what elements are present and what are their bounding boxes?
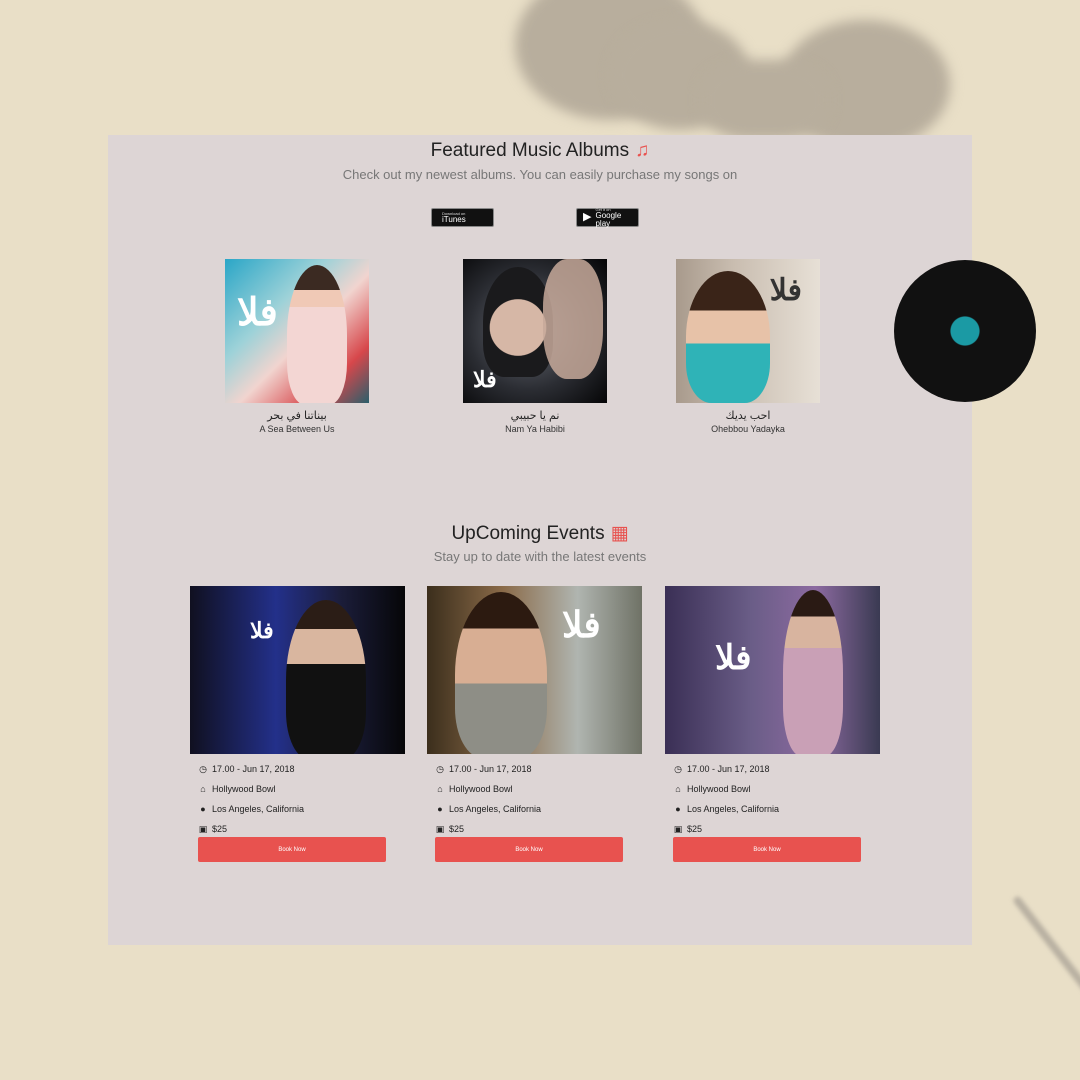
itunes-badge[interactable]: Download on iTunes xyxy=(431,208,494,227)
event-time: 17.00 - Jun 17, 2018 xyxy=(449,764,532,774)
event-price: $25 xyxy=(449,824,465,834)
background-shadow xyxy=(700,60,830,140)
calendar-icon: ▦ xyxy=(610,523,629,544)
event-image-figure xyxy=(783,590,843,754)
money-icon: ▣ xyxy=(435,824,445,834)
event-card: فلا ◷ 17.00 - Jun 17, 2018 ⌂ Hollywood Bow… xyxy=(190,586,405,862)
albums-title-text: Featured Music Albums xyxy=(430,140,630,161)
album-cover-logo: فلا xyxy=(473,367,497,393)
album-cover-hand xyxy=(543,259,603,379)
event-venue: Hollywood Bowl xyxy=(449,784,513,794)
clock-icon: ◷ xyxy=(436,764,444,774)
event-time: 17.00 - Jun 17, 2018 xyxy=(687,764,770,774)
events-section-subtitle: Stay up to date with the latest events xyxy=(433,549,647,564)
event-location: Los Angeles, California xyxy=(687,804,780,814)
album-title-arabic: بيناتنا في بحر xyxy=(267,410,327,422)
album-cover: فلا xyxy=(676,259,820,403)
home-icon: ⌂ xyxy=(675,784,681,794)
map-pin-icon: ● xyxy=(200,804,206,814)
event-card: فلا ◷ 17.00 - Jun 17, 2018 ⌂ Hollywood Bow… xyxy=(665,586,880,862)
album-card[interactable]: فلا احب يديك Ohebbou Yadayka xyxy=(658,259,838,435)
event-image-logo: فلا xyxy=(562,604,601,646)
event-image-logo: فلا xyxy=(715,638,752,678)
event-venue: Hollywood Bowl xyxy=(212,784,276,794)
music-note-icon: ♫ xyxy=(635,140,650,161)
album-cover-figure xyxy=(287,265,347,403)
album-cover-logo: فلا xyxy=(237,289,278,334)
google-play-badge[interactable]: ▶ Get it on Google play xyxy=(576,207,639,228)
album-title-arabic: احب يديك xyxy=(725,410,771,422)
album-cover: فلا xyxy=(463,259,607,403)
play-icon: ▶ xyxy=(583,211,592,223)
event-price: $25 xyxy=(212,824,228,834)
home-icon: ⌂ xyxy=(437,784,443,794)
event-time: 17.00 - Jun 17, 2018 xyxy=(212,764,295,774)
clock-icon: ◷ xyxy=(199,764,207,774)
map-pin-icon: ● xyxy=(437,804,443,814)
google-play-badge-label: Google play xyxy=(595,210,622,228)
vinyl-record-image xyxy=(894,260,1036,402)
albums-section-subtitle: Check out my newest albums. You can easi… xyxy=(342,167,738,182)
event-card: فلا ◷ 17.00 - Jun 17, 2018 ⌂ Hollywood Bow… xyxy=(427,586,642,862)
event-location: Los Angeles, California xyxy=(449,804,542,814)
money-icon: ▣ xyxy=(198,824,208,834)
home-icon: ⌂ xyxy=(200,784,206,794)
event-location: Los Angeles, California xyxy=(212,804,305,814)
album-cover: فلا xyxy=(225,259,369,403)
event-image: فلا xyxy=(665,586,880,754)
clock-icon: ◷ xyxy=(674,764,682,774)
event-image: فلا xyxy=(427,586,642,754)
album-card[interactable]: فلا نم يا حبيبي Nam Ya Habibi xyxy=(445,259,625,435)
album-title-english: Nam Ya Habibi xyxy=(505,424,565,434)
album-title-arabic: نم يا حبيبي xyxy=(510,410,560,422)
event-venue: Hollywood Bowl xyxy=(687,784,751,794)
album-title-english: A Sea Between Us xyxy=(259,424,335,434)
itunes-badge-label: iTunes xyxy=(442,214,466,224)
event-image-logo: فلا xyxy=(250,618,274,644)
events-title-text: UpComing Events xyxy=(451,523,605,544)
event-price: $25 xyxy=(687,824,703,834)
album-card[interactable]: فلا بيناتنا في بحر A Sea Between Us xyxy=(207,259,387,435)
money-icon: ▣ xyxy=(673,824,683,834)
album-title-english: Ohebbou Yadayka xyxy=(711,424,785,434)
event-image-figure xyxy=(286,600,366,754)
content-panel: Featured Music Albums ♫ Check out my newe… xyxy=(108,135,1036,945)
event-image-figure xyxy=(455,592,547,754)
album-cover-figure xyxy=(686,271,770,403)
background-stem-shadow xyxy=(1012,895,1080,1066)
events-section-title: UpComing Events ▦ xyxy=(108,522,972,545)
albums-section-title: Featured Music Albums ♫ xyxy=(108,140,972,162)
event-image: فلا xyxy=(190,586,405,754)
map-pin-icon: ● xyxy=(675,804,681,814)
album-cover-logo: فلا xyxy=(769,273,802,308)
